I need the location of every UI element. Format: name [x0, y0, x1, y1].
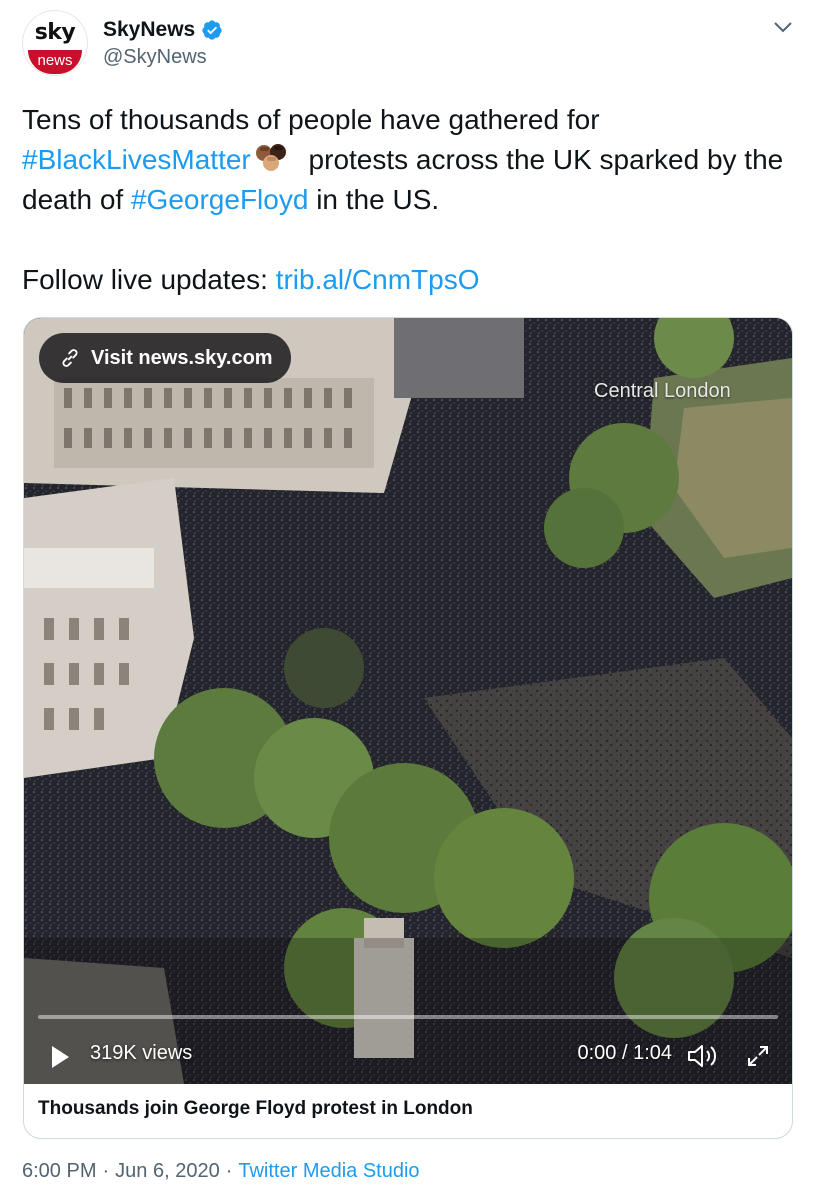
avatar-sky-text: sky: [34, 20, 76, 45]
author-name-row[interactable]: SkyNews: [103, 18, 223, 42]
volume-icon[interactable]: [686, 1042, 718, 1070]
tweet-text: Tens of thousands of people have gathere…: [22, 100, 792, 300]
avatar-news-text: news: [28, 50, 82, 74]
video-progress-bar[interactable]: [38, 1015, 778, 1019]
expand-icon[interactable]: [746, 1044, 770, 1068]
verified-badge-icon: [202, 20, 222, 40]
follow-label: Follow live updates:: [22, 264, 276, 295]
follow-link[interactable]: trib.al/CnmTpsO: [276, 264, 480, 295]
author-name[interactable]: SkyNews: [103, 18, 195, 42]
media-card-title[interactable]: Thousands join George Floyd protest in L…: [38, 1098, 473, 1120]
visit-site-label: Visit news.sky.com: [91, 347, 273, 369]
follow-line: Follow live updates: trib.al/CnmTpsO: [22, 260, 792, 300]
avatar[interactable]: sky news: [22, 10, 88, 76]
video-frame: [24, 318, 792, 1084]
video-time: 0:00 / 1:04: [577, 1042, 672, 1064]
tweet-text-end: in the US.: [308, 184, 440, 215]
tweet-meta: 6:00 PM · Jun 6, 2020 · Twitter Media Studio: [22, 1160, 420, 1182]
tweet-source[interactable]: Twitter Media Studio: [238, 1160, 419, 1182]
tweet-text-line1: Tens of thousands of people have gathere…: [22, 104, 600, 135]
tweet-text-line2: #BlackLivesMatter protests across the UK…: [22, 140, 792, 220]
author-handle[interactable]: @SkyNews: [103, 46, 207, 69]
tweet: sky news SkyNews @SkyNews Tens of thousa…: [0, 0, 813, 1200]
chevron-down-icon[interactable]: [773, 20, 793, 34]
tweet-date[interactable]: Jun 6, 2020: [115, 1160, 220, 1182]
hashtag-blacklivesmatter[interactable]: #BlackLivesMatter: [22, 144, 251, 175]
play-icon[interactable]: [50, 1045, 70, 1069]
video-player[interactable]: Visit news.sky.com Central London 319K v…: [24, 318, 792, 1084]
video-overlay-caption: Central London: [594, 380, 731, 402]
link-icon: [62, 349, 78, 367]
media-card[interactable]: Visit news.sky.com Central London 319K v…: [23, 317, 793, 1139]
view-count: 319K views: [90, 1042, 193, 1064]
hashtag-georgefloyd[interactable]: #GeorgeFloyd: [131, 184, 308, 215]
tweet-time[interactable]: 6:00 PM: [22, 1160, 96, 1182]
visit-site-button[interactable]: Visit news.sky.com: [39, 333, 291, 383]
raised-fist-emoji: [255, 144, 286, 171]
